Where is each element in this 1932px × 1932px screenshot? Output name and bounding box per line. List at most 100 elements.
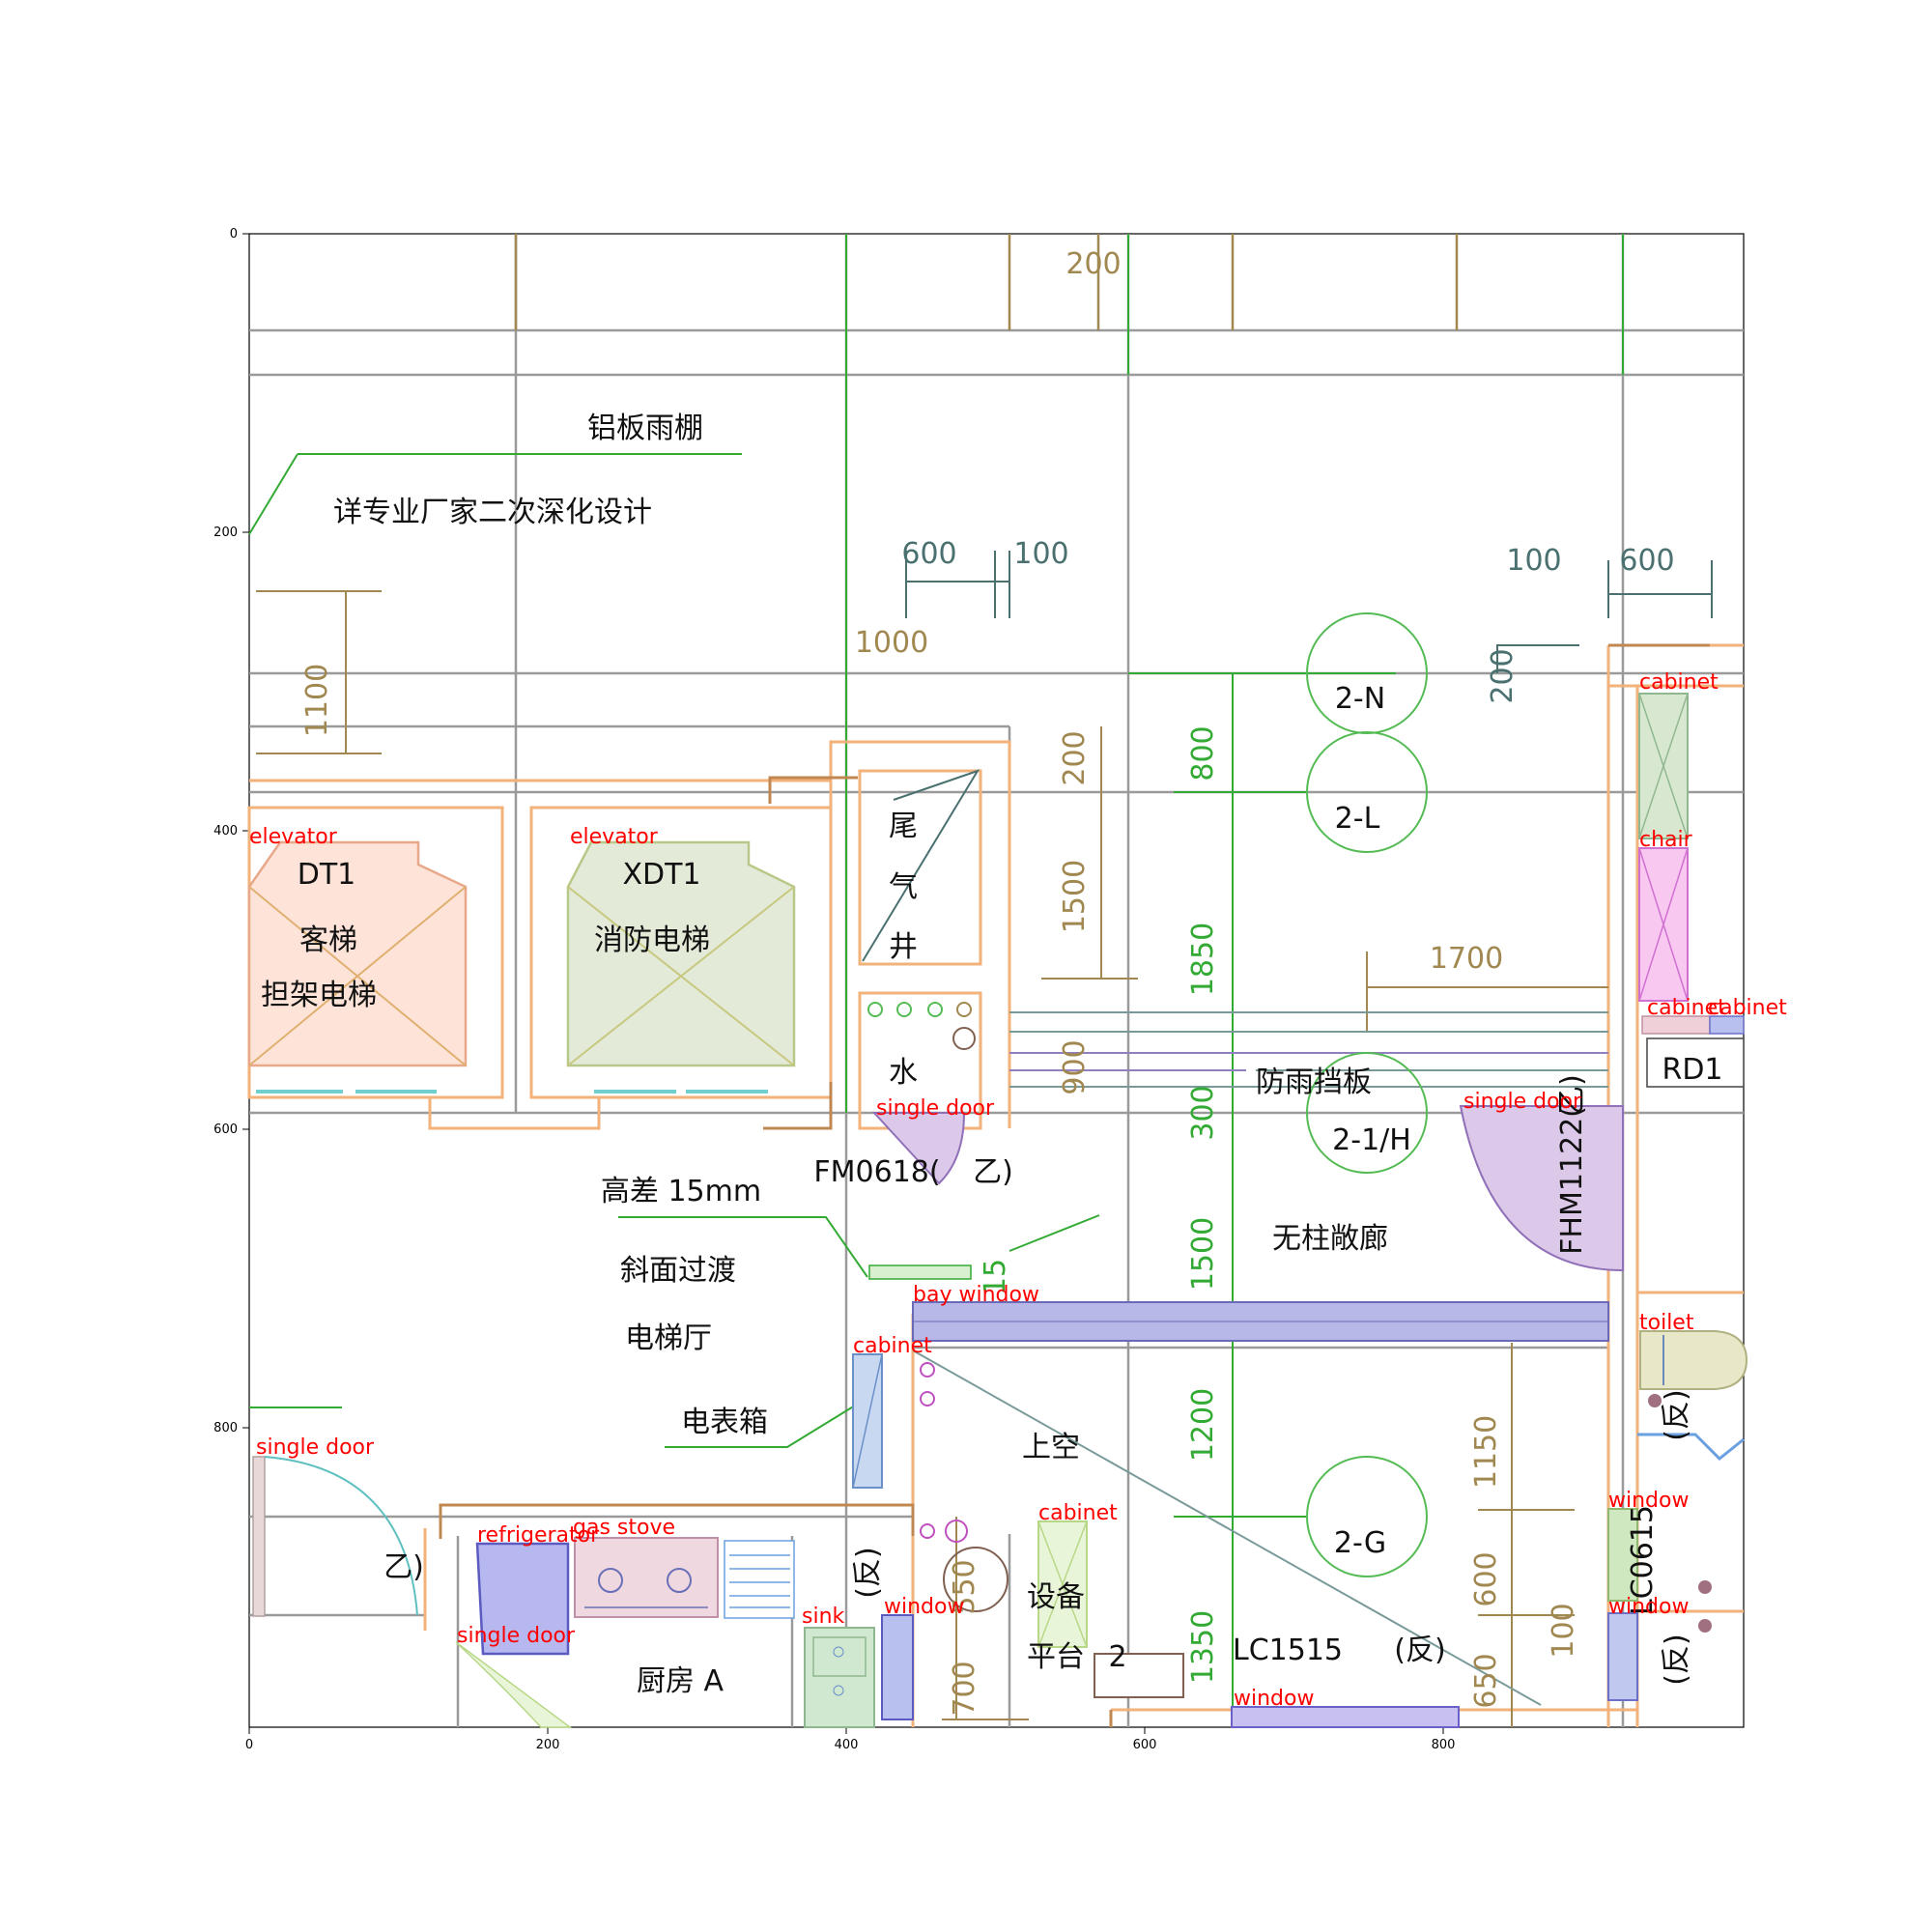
- dim-700: 700: [948, 1661, 981, 1716]
- label-water: 水: [889, 1056, 918, 1090]
- ann-bay-window: bay window: [913, 1283, 1039, 1307]
- dim-1700: 1700: [1430, 942, 1503, 976]
- label-flue-1: 尾: [889, 810, 918, 843]
- dim-1850-g: 1850: [1186, 923, 1220, 996]
- sink-shape: [804, 1627, 875, 1728]
- ann-window-1: window: [884, 1595, 964, 1619]
- dim-600-left: 600: [901, 537, 956, 571]
- dim-1350-g: 1350: [1186, 1610, 1220, 1684]
- plot-frame: [248, 233, 1745, 1728]
- label-meter-box: 电表箱: [681, 1406, 768, 1439]
- ann-elevator-2: elevator: [570, 825, 659, 849]
- dim-300-g: 300: [1186, 1085, 1220, 1140]
- dim-1000: 1000: [855, 626, 928, 660]
- meter-cabinet: [852, 1353, 883, 1489]
- label-canopy: 铝板雨棚: [587, 412, 703, 445]
- ann-single-door-1: single door: [876, 1096, 995, 1121]
- ann-cabinet-top: cabinet: [1639, 670, 1719, 695]
- label-yi: 乙): [384, 1550, 424, 1584]
- label-kitchen: 厨房 A: [637, 1664, 724, 1698]
- slope-hatch: [868, 1264, 972, 1280]
- x-tick-0: 0: [245, 1738, 253, 1752]
- x-tick-600: 600: [1133, 1738, 1157, 1752]
- ann-single-door-4: single door: [457, 1624, 576, 1648]
- dim-600-b: 600: [1469, 1551, 1503, 1606]
- gas-stove-shape: [574, 1537, 719, 1618]
- ann-single-door-3: single door: [256, 1435, 375, 1460]
- y-tick-800: 800: [213, 1421, 238, 1435]
- ann-window-2: window: [1608, 1489, 1689, 1513]
- dim-100-right: 100: [1506, 544, 1561, 578]
- axis-2-1h: 2-1/H: [1332, 1123, 1411, 1157]
- label-stretcher-lift: 担架电梯: [261, 979, 377, 1012]
- label-void: 上空: [1022, 1431, 1080, 1464]
- dim-800-g: 800: [1186, 725, 1220, 781]
- label-canopy-note: 详专业厂家二次深化设计: [333, 496, 652, 529]
- window-right-2: [1607, 1612, 1638, 1701]
- axis-2-l: 2-L: [1335, 802, 1380, 836]
- ann-gas-stove: gas stove: [573, 1516, 675, 1540]
- label-platform: 平台: [1027, 1640, 1085, 1674]
- dim-200-v: 200: [1058, 730, 1092, 785]
- axis-2-g: 2-G: [1334, 1526, 1386, 1560]
- label-fan-2: (反): [1394, 1634, 1445, 1667]
- label-fm0618: FM0618(: [813, 1155, 940, 1189]
- y-tick-400: 400: [213, 824, 238, 838]
- dim-900-v: 900: [1058, 1039, 1092, 1094]
- label-lift-hall: 电梯厅: [625, 1321, 712, 1355]
- dim-200-right: 200: [1486, 648, 1520, 703]
- toilet-shape: [1639, 1330, 1748, 1390]
- label-fm0618-b: 乙): [973, 1155, 1013, 1189]
- y-tick-200: 200: [213, 526, 238, 540]
- label-xdt1: XDT1: [622, 858, 700, 892]
- ann-toilet: toilet: [1639, 1311, 1694, 1335]
- label-fan-1: (反): [851, 1547, 885, 1598]
- label-fhm1122: FHM1122(: [1555, 1106, 1589, 1255]
- label-fan-3: (反): [1660, 1389, 1693, 1440]
- window-kitchen-shape: [881, 1614, 914, 1720]
- label-fire-lift: 消防电梯: [594, 923, 710, 957]
- label-rain-board: 防雨挡板: [1256, 1065, 1372, 1099]
- ann-elevator-1: elevator: [249, 825, 338, 849]
- dim-100-b: 100: [1547, 1603, 1580, 1658]
- x-tick-200: 200: [536, 1738, 560, 1752]
- dish-rack: [724, 1540, 795, 1619]
- elevator-dt1: [247, 840, 468, 1094]
- label-fan-4: (反): [1660, 1634, 1693, 1685]
- label-flue-3: 井: [889, 930, 918, 964]
- label-equipment: 设备: [1027, 1580, 1085, 1614]
- bay-window: [912, 1301, 1609, 1342]
- ann-cabinet-mid: cabinet: [853, 1334, 932, 1358]
- ann-chair: chair: [1639, 828, 1693, 852]
- dim-200-top: 200: [1065, 247, 1121, 281]
- ann-cabinet-r2: cabinet: [1708, 996, 1787, 1020]
- label-rd1: RD1: [1662, 1053, 1722, 1087]
- ann-sink: sink: [802, 1605, 845, 1629]
- label-slope: 斜面过渡: [620, 1254, 736, 1288]
- ann-window-4: window: [1234, 1687, 1314, 1711]
- chair-right: [1638, 847, 1689, 1002]
- label-platform-no: 2: [1108, 1640, 1126, 1674]
- label-passenger-lift: 客梯: [299, 923, 357, 957]
- label-dt1: DT1: [298, 858, 356, 892]
- x-tick-400: 400: [835, 1738, 859, 1752]
- cabinet-top-right: [1638, 693, 1689, 839]
- dim-1100: 1100: [300, 664, 334, 737]
- floor-plan: 0 200 400 600 800 0 200 400 600 800 200 …: [213, 227, 1787, 1752]
- dim-1500-v: 1500: [1058, 860, 1092, 933]
- label-corridor: 无柱敞廊: [1272, 1222, 1388, 1256]
- dim-650: 650: [1469, 1653, 1503, 1708]
- ann-cabinet-eq: cabinet: [1038, 1501, 1118, 1525]
- dim-100-left: 100: [1013, 537, 1068, 571]
- label-level-diff: 高差 15mm: [601, 1175, 761, 1208]
- ann-window-3: window: [1608, 1595, 1689, 1619]
- ann-single-door-2: single door: [1463, 1090, 1582, 1114]
- dim-1200-g: 1200: [1186, 1388, 1220, 1462]
- dim-1500-g: 1500: [1186, 1217, 1220, 1291]
- y-tick-600: 600: [213, 1122, 238, 1137]
- dim-600-right: 600: [1619, 544, 1674, 578]
- y-tick-0: 0: [230, 227, 238, 242]
- axis-2-n: 2-N: [1335, 682, 1385, 716]
- dim-1150: 1150: [1469, 1415, 1503, 1489]
- label-flue-2: 气: [889, 870, 918, 904]
